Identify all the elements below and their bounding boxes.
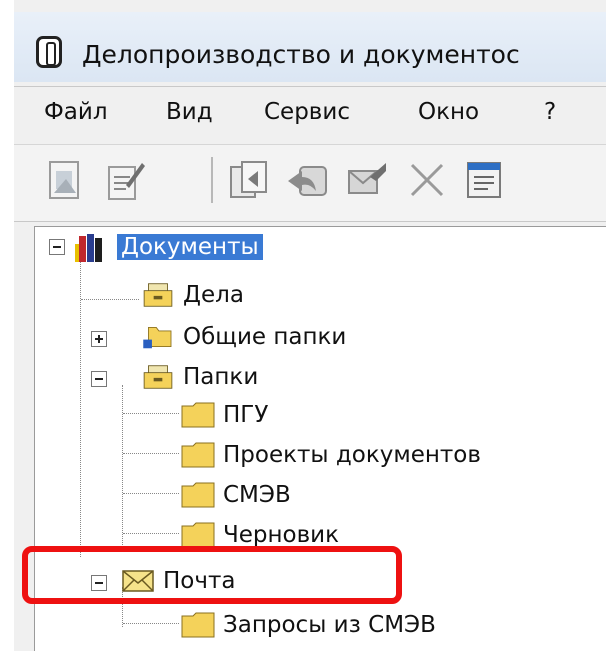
highlight-box [22, 546, 402, 604]
copy-doc-icon [230, 161, 267, 198]
tree-line [123, 453, 179, 454]
new-doc-icon [49, 161, 79, 199]
delete-icon [410, 163, 444, 197]
toolbar-separator [211, 157, 213, 203]
tree-line [123, 413, 179, 414]
menu-file[interactable]: Файл [44, 99, 108, 125]
tree-node-shared-folders[interactable]: Общие папки [141, 319, 346, 355]
books-icon [75, 234, 102, 262]
tree-node-smev-requests[interactable]: Запросы из СМЭВ [181, 607, 436, 643]
send-button[interactable] [346, 159, 388, 201]
properties-icon [467, 162, 501, 198]
tree-node-label: ПГУ [223, 402, 269, 428]
tree-node-documents[interactable]: Документы [75, 229, 263, 265]
menu-help[interactable]: ? [544, 99, 556, 125]
folder-cabinet-icon [143, 283, 173, 307]
window-title: Делопроизводство и документос [82, 40, 520, 69]
folder-icon [181, 442, 215, 468]
new-doc-button[interactable] [44, 159, 86, 201]
tree-node-pgu[interactable]: ПГУ [181, 397, 268, 433]
reply-icon [288, 166, 327, 196]
folder-icon [181, 522, 215, 548]
folder-icon [181, 482, 215, 508]
menu-bar: Файл Вид Сервис Окно ? [14, 86, 606, 139]
collapse-toggle[interactable] [49, 239, 65, 255]
shared-folder-icon [143, 327, 172, 349]
menu-window[interactable]: Окно [418, 99, 479, 125]
app-icon [36, 36, 62, 68]
send-icon [348, 163, 386, 194]
tree-node-folders[interactable]: Папки [141, 359, 258, 395]
tree-node-label: Проекты документов [223, 442, 481, 468]
folder-icon [181, 612, 215, 638]
tree-node-label: Общие папки [183, 324, 347, 350]
tree-node-cases[interactable]: Дела [141, 277, 244, 313]
properties-button[interactable] [464, 159, 506, 201]
tree-node-label: Дела [183, 282, 244, 308]
edit-doc-icon [108, 163, 145, 200]
outer-background [0, 0, 14, 651]
tree-line [123, 533, 179, 534]
menu-service[interactable]: Сервис [264, 99, 350, 125]
toolbar [14, 144, 606, 222]
tree-line [123, 623, 179, 624]
tree-node-label: СМЭВ [223, 482, 291, 508]
delete-button[interactable] [406, 159, 448, 201]
tree-node-smev[interactable]: СМЭВ [181, 477, 291, 513]
menu-view[interactable]: Вид [166, 99, 213, 125]
tree-node-label: Папки [183, 364, 259, 390]
expand-toggle[interactable] [91, 331, 107, 347]
tree-line [122, 385, 123, 547]
copy-doc-button[interactable] [228, 159, 270, 201]
edit-doc-button[interactable] [104, 159, 146, 201]
tree-line [80, 257, 81, 557]
collapse-toggle[interactable] [91, 371, 107, 387]
tree-line [81, 299, 139, 300]
tree-node-draft-projects[interactable]: Проекты документов [181, 437, 481, 473]
tree-node-label: Черновик [223, 522, 340, 548]
folder-cabinet-icon [143, 365, 173, 389]
tree-line [123, 493, 179, 494]
tree-node-label: Запросы из СМЭВ [223, 612, 436, 638]
tree-node-label: Документы [117, 234, 263, 260]
folder-icon [181, 402, 215, 428]
title-bar: Делопроизводство и документос [14, 12, 606, 82]
reply-button[interactable] [286, 159, 328, 201]
